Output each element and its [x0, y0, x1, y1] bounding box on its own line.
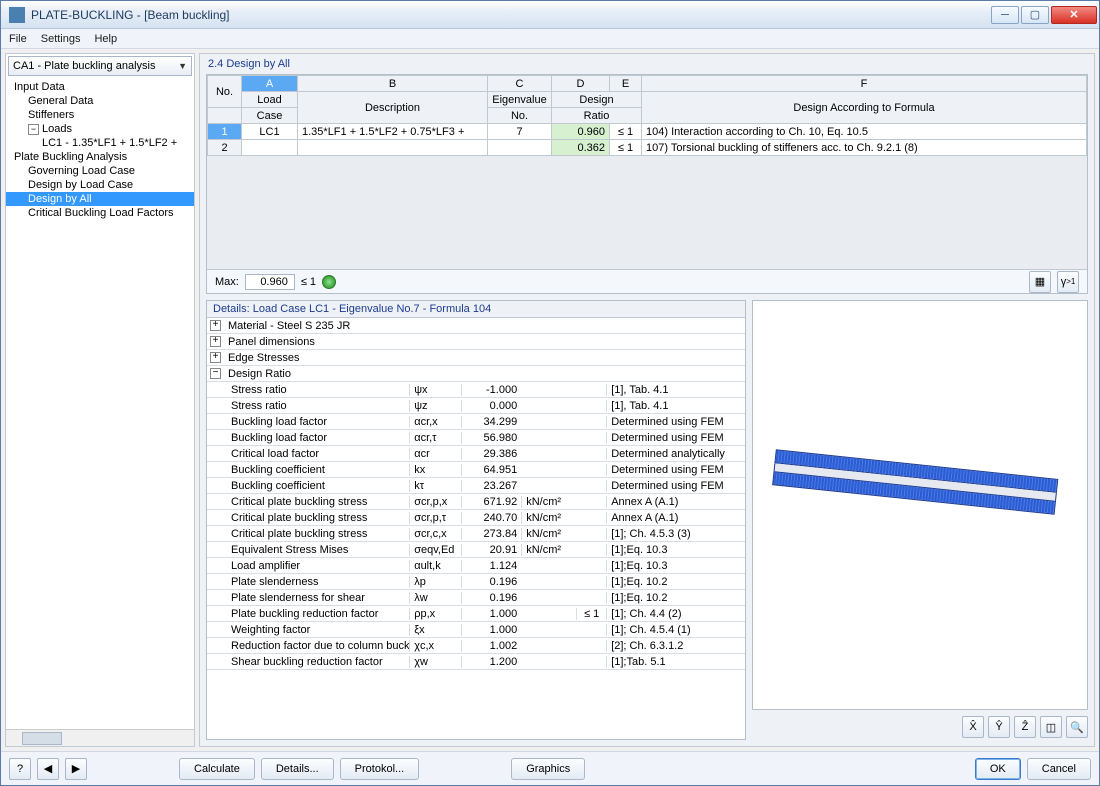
tree-input-data[interactable]: Input Data: [6, 80, 194, 94]
tree-design-by-lc[interactable]: Design by Load Case: [6, 178, 194, 192]
nav-tree: Input Data General Data Stiffeners −Load…: [6, 78, 194, 729]
group-edge-stress[interactable]: +Edge Stresses: [207, 350, 745, 366]
expand-icon[interactable]: +: [210, 352, 221, 363]
combo-value: CA1 - Plate buckling analysis: [13, 60, 155, 72]
view-y-button[interactable]: Ŷ: [988, 716, 1010, 738]
tree-critical-factors[interactable]: Critical Buckling Load Factors: [6, 206, 194, 220]
detail-row[interactable]: Equivalent Stress Misesσeqv,Ed20.91kN/cm…: [207, 542, 745, 558]
preview-3d[interactable]: [752, 300, 1088, 710]
detail-row[interactable]: Load amplifierαult,k1.124[1];Eq. 10.3: [207, 558, 745, 574]
menu-file[interactable]: File: [9, 33, 27, 45]
group-panel-dim[interactable]: +Panel dimensions: [207, 334, 745, 350]
graphics-button[interactable]: Graphics: [511, 758, 585, 780]
collapse-icon[interactable]: −: [210, 368, 221, 379]
details-panel: Details: Load Case LC1 - Eigenvalue No.7…: [206, 300, 746, 740]
col-a[interactable]: A: [242, 76, 298, 92]
col-b[interactable]: B: [298, 76, 488, 92]
view-zoom-button[interactable]: 🔍: [1066, 716, 1088, 738]
collapse-icon[interactable]: −: [28, 124, 39, 135]
results-table[interactable]: No. A B C D E F Load Description Eigenva…: [207, 75, 1087, 156]
analysis-case-combo[interactable]: CA1 - Plate buckling analysis ▼: [8, 56, 192, 76]
table-row[interactable]: 1 LC1 1.35*LF1 + 1.5*LF2 + 0.75*LF3 + 7 …: [208, 124, 1087, 140]
panel-title: 2.4 Design by All: [200, 54, 1094, 74]
view-x-button[interactable]: X̂: [962, 716, 984, 738]
max-cond: ≤ 1: [301, 276, 316, 288]
close-button[interactable]: ✕: [1051, 6, 1097, 24]
detail-row[interactable]: Buckling coefficientkx64.951Determined u…: [207, 462, 745, 478]
col-c[interactable]: C: [488, 76, 552, 92]
detail-row[interactable]: Plate buckling reduction factorρp,x1.000…: [207, 606, 745, 622]
max-value: 0.960: [245, 274, 295, 290]
app-icon: [9, 7, 25, 23]
titlebar: PLATE-BUCKLING - [Beam buckling] ─ ▢ ✕: [1, 1, 1099, 29]
detail-row[interactable]: Critical plate buckling stressσcr,p,x671…: [207, 494, 745, 510]
group-design-ratio[interactable]: −Design Ratio: [207, 366, 745, 382]
expand-icon[interactable]: +: [210, 336, 221, 347]
menu-help[interactable]: Help: [94, 33, 117, 45]
menubar: File Settings Help: [1, 29, 1099, 49]
results-grid: No. A B C D E F Load Description Eigenva…: [206, 74, 1088, 294]
detail-row[interactable]: Critical load factorαcr29.386Determined …: [207, 446, 745, 462]
sidebar: CA1 - Plate buckling analysis ▼ Input Da…: [5, 53, 195, 747]
detail-row[interactable]: Plate slenderness for shearλw0.196[1];Eq…: [207, 590, 745, 606]
tree-design-by-all[interactable]: Design by All: [6, 192, 194, 206]
detail-row[interactable]: Buckling coefficientkτ23.267Determined u…: [207, 478, 745, 494]
tree-loads[interactable]: −Loads: [6, 122, 194, 136]
main-panel: 2.4 Design by All No. A B C D E F Load D…: [199, 53, 1095, 747]
tree-pba[interactable]: Plate Buckling Analysis: [6, 150, 194, 164]
prev-button[interactable]: ◀: [37, 758, 59, 780]
detail-row[interactable]: Reduction factor due to column bucklingχ…: [207, 638, 745, 654]
details-title: Details: Load Case LC1 - Eigenvalue No.7…: [207, 301, 745, 318]
window-title: PLATE-BUCKLING - [Beam buckling]: [31, 8, 989, 22]
detail-row[interactable]: Critical plate buckling stressσcr,p,τ240…: [207, 510, 745, 526]
chevron-down-icon: ▼: [178, 61, 187, 71]
col-no: No.: [208, 76, 242, 108]
details-button[interactable]: Details...: [261, 758, 334, 780]
tree-general-data[interactable]: General Data: [6, 94, 194, 108]
maximize-button[interactable]: ▢: [1021, 6, 1049, 24]
next-button[interactable]: ▶: [65, 758, 87, 780]
tree-governing[interactable]: Governing Load Case: [6, 164, 194, 178]
calculate-button[interactable]: Calculate: [179, 758, 255, 780]
detail-row[interactable]: Critical plate buckling stressσcr,c,x273…: [207, 526, 745, 542]
preview-panel: X̂ Ŷ Ẑ ◫ 🔍: [752, 300, 1088, 740]
col-e[interactable]: E: [610, 76, 642, 92]
menu-settings[interactable]: Settings: [41, 33, 81, 45]
minimize-button[interactable]: ─: [991, 6, 1019, 24]
detail-row[interactable]: Plate slendernessλp0.196[1];Eq. 10.2: [207, 574, 745, 590]
view-iso-button[interactable]: ◫: [1040, 716, 1062, 738]
filter-button[interactable]: ▦: [1029, 271, 1051, 293]
col-f[interactable]: F: [642, 76, 1087, 92]
cancel-button[interactable]: Cancel: [1027, 758, 1091, 780]
group-material[interactable]: +Material - Steel S 235 JR: [207, 318, 745, 334]
detail-row[interactable]: Stress ratioψz0.000[1], Tab. 4.1: [207, 398, 745, 414]
protokol-button[interactable]: Protokol...: [340, 758, 420, 780]
detail-row[interactable]: Shear buckling reduction factorχw1.200[1…: [207, 654, 745, 670]
detail-row[interactable]: Stress ratioψx-1.000[1], Tab. 4.1: [207, 382, 745, 398]
tree-stiffeners[interactable]: Stiffeners: [6, 108, 194, 122]
max-row: Max: 0.960 ≤ 1 ▦ γ>1: [207, 269, 1087, 293]
status-ok-icon: [322, 275, 336, 289]
detail-row[interactable]: Weighting factorξx1.000[1]; Ch. 4.5.4 (1…: [207, 622, 745, 638]
footer: ? ◀ ▶ Calculate Details... Protokol... G…: [1, 751, 1099, 785]
detail-row[interactable]: Buckling load factorαcr,τ56.980Determine…: [207, 430, 745, 446]
view-z-button[interactable]: Ẑ: [1014, 716, 1036, 738]
beam-model: [772, 449, 1059, 518]
filter-gt1-button[interactable]: γ>1: [1057, 271, 1079, 293]
max-label: Max:: [215, 276, 239, 288]
app-window: PLATE-BUCKLING - [Beam buckling] ─ ▢ ✕ F…: [0, 0, 1100, 786]
sidebar-hscroll[interactable]: [6, 729, 194, 746]
help-button[interactable]: ?: [9, 758, 31, 780]
detail-row[interactable]: Buckling load factorαcr,x34.299Determine…: [207, 414, 745, 430]
col-d[interactable]: D: [552, 76, 610, 92]
ok-button[interactable]: OK: [975, 758, 1021, 780]
table-row[interactable]: 2 0.362 ≤ 1 107) Torsional buckling of s…: [208, 140, 1087, 156]
tree-lc1[interactable]: LC1 - 1.35*LF1 + 1.5*LF2 +: [6, 136, 194, 150]
expand-icon[interactable]: +: [210, 320, 221, 331]
